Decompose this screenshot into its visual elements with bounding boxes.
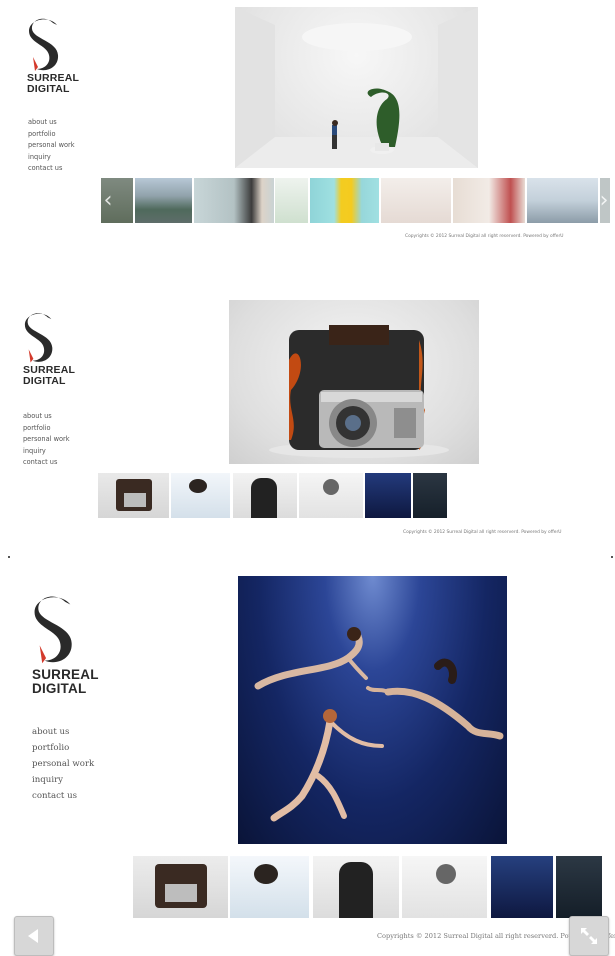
logo-s-mark	[34, 596, 72, 664]
thumb-woman-camera-white[interactable]	[171, 473, 230, 518]
thumb-dark-figure[interactable]	[413, 473, 447, 518]
thumb-man-camera[interactable]	[233, 473, 297, 518]
hero-image-room	[235, 7, 478, 168]
nav-about-us[interactable]: about us	[23, 411, 70, 423]
logo-text-line2: DIGITAL	[23, 374, 66, 387]
thumb-city-harbor[interactable]	[526, 178, 599, 223]
screenshot-panel-3: SURREAL DIGITAL about us portfolio perso…	[0, 566, 615, 954]
thumb-woman-sofa[interactable]	[452, 178, 525, 223]
thumb-product-phone[interactable]	[274, 178, 308, 223]
fullscreen-toggle-button[interactable]	[569, 916, 609, 956]
nav-portfolio[interactable]: portfolio	[32, 740, 94, 756]
thumb-dark-figure[interactable]	[556, 856, 602, 918]
thumb-man-camera[interactable]	[313, 856, 399, 918]
logo-text-line2: DIGITAL	[27, 82, 70, 95]
nav-contact-us[interactable]: contact us	[23, 457, 70, 469]
thumb-building[interactable]	[134, 178, 193, 223]
thumb-woman-camera-white[interactable]	[229, 856, 310, 918]
thumb-underwater[interactable]	[365, 473, 411, 518]
next-thumb-arrow[interactable]: ›	[597, 178, 611, 223]
screenshot-panel-1: SURREAL DIGITAL about us portfolio perso…	[0, 0, 615, 250]
logo-text-line1: SURREAL	[32, 667, 99, 682]
thumb-underwater[interactable]	[491, 856, 554, 918]
thumb-camera-fire[interactable]	[98, 473, 169, 518]
thumb-woman-camera-bw[interactable]	[299, 473, 363, 518]
nav-inquiry[interactable]: inquiry	[28, 152, 75, 164]
thumbnail-strip	[133, 856, 602, 918]
thumb-woman-room[interactable]	[381, 178, 451, 223]
main-nav: about us portfolio personal work inquiry…	[28, 117, 75, 175]
nav-personal-work[interactable]: personal work	[23, 434, 70, 446]
logo-text-line1: SURREAL	[23, 364, 76, 376]
nav-contact-us[interactable]: contact us	[32, 788, 94, 804]
copyright-text: Copyrights © 2012 Surreal Digital all ri…	[405, 234, 564, 239]
logo-text-line1: SURREAL	[27, 72, 80, 84]
nav-portfolio[interactable]: portfolio	[23, 423, 70, 435]
left-arrow-icon	[28, 929, 38, 943]
main-nav: about us portfolio personal work inquiry…	[23, 411, 70, 469]
logo[interactable]: SURREAL DIGITAL	[27, 17, 79, 94]
thumbnail-strip	[101, 178, 610, 223]
corner-mark	[8, 556, 10, 558]
logo-s-mark	[24, 313, 53, 363]
logo-text-line2: DIGITAL	[32, 680, 87, 696]
logo-s-mark	[29, 18, 59, 71]
nav-portfolio[interactable]: portfolio	[28, 129, 75, 141]
screenshot-panel-2: SURREAL DIGITAL about us portfolio perso…	[0, 290, 615, 552]
thumb-woman-camera-bw[interactable]	[401, 856, 488, 918]
prev-button[interactable]	[14, 916, 54, 956]
thumb-woman-camera-yellow[interactable]	[309, 178, 380, 223]
prev-thumb-arrow[interactable]: ‹	[101, 178, 115, 223]
collapse-icon	[581, 928, 597, 944]
nav-contact-us[interactable]: contact us	[28, 163, 75, 175]
thumb-camera-fire[interactable]	[133, 856, 228, 918]
nav-inquiry[interactable]: inquiry	[23, 446, 70, 458]
main-nav: about us portfolio personal work inquiry…	[32, 724, 94, 804]
nav-personal-work[interactable]: personal work	[32, 756, 94, 772]
nav-inquiry[interactable]: inquiry	[32, 772, 94, 788]
logo[interactable]: SURREAL DIGITAL	[23, 311, 75, 386]
hero-image-camera	[229, 300, 479, 464]
chevron-left-icon: ‹	[103, 188, 113, 213]
copyright-text: Copyrights © 2012 Surreal Digital all ri…	[403, 530, 562, 535]
nav-about-us[interactable]: about us	[28, 117, 75, 129]
logo[interactable]: SURREAL DIGITAL	[32, 594, 99, 695]
thumb-portrait-woman[interactable]	[194, 178, 274, 223]
thumbnail-strip	[98, 473, 450, 518]
hero-image-underwater	[238, 576, 507, 844]
nav-about-us[interactable]: about us	[32, 724, 94, 740]
nav-personal-work[interactable]: personal work	[28, 140, 75, 152]
chevron-right-icon: ›	[599, 188, 609, 213]
corner-mark	[611, 556, 613, 558]
